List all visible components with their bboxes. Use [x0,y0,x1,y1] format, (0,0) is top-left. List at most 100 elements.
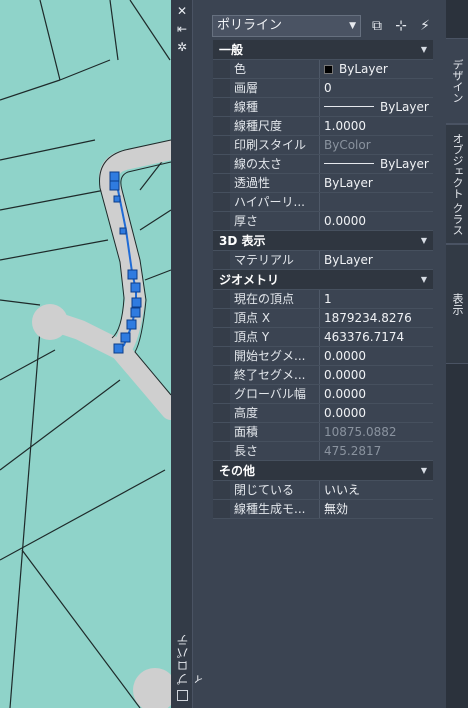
property-name: 線種 [230,98,320,116]
property-value-text: 0.0000 [324,349,366,363]
property-value[interactable]: ByColor [320,136,433,154]
property-value-text: ByColor [324,138,371,152]
row-gutter [213,347,230,365]
property-value[interactable]: 0.0000 [320,404,433,422]
section-title: ジオメトリ [219,273,280,287]
property-value[interactable]: ByLayer [320,251,433,269]
property-row[interactable]: 線の太さ ByLayer [213,155,433,174]
property-name: マテリアル [230,251,320,269]
property-row[interactable]: 線種尺度 1.0000 [213,117,433,136]
row-gutter [213,385,230,403]
property-value[interactable]: 0.0000 [320,366,433,384]
linetype-preview-icon [324,106,374,107]
property-value[interactable]: ByLayer [320,155,433,173]
property-name: 頂点 Y [230,328,320,346]
quick-select-icon[interactable]: ⚡ [416,16,434,36]
property-value[interactable]: 10875.0882 [320,423,433,441]
property-row[interactable]: 閉じている いいえ [213,481,433,500]
property-value-text: 10875.0882 [324,425,397,439]
settings-icon[interactable]: ✲ [175,40,189,54]
cul-de-sac [32,304,68,340]
close-icon[interactable]: ✕ [175,4,189,18]
property-value[interactable]: 475.2817 [320,442,433,460]
property-value[interactable]: ByLayer [320,60,433,78]
property-value-text: 0.0000 [324,406,366,420]
tab-design[interactable]: デザイン [446,38,468,124]
property-row[interactable]: 厚さ 0.0000 [213,212,433,231]
collapse-icon[interactable]: ▼ [421,461,427,481]
property-row[interactable]: 開始セグメ... 0.0000 [213,347,433,366]
property-row[interactable]: 線種 ByLayer [213,98,433,117]
tab-object-class[interactable]: オブジェクト クラス [446,124,468,244]
property-value[interactable]: 0.0000 [320,385,433,403]
property-name: 頂点 X [230,309,320,327]
property-value[interactable]: いいえ [320,481,433,499]
property-value-text: 0 [324,81,332,95]
autohide-icon[interactable]: ⇤ [175,22,189,36]
property-value[interactable]: ByLayer [320,98,433,116]
property-row[interactable]: マテリアル ByLayer [213,251,433,270]
property-row[interactable]: 高度 0.0000 [213,404,433,423]
property-value[interactable]: 1879234.8276 [320,309,433,327]
property-row[interactable]: 線種生成モ... 無効 [213,500,433,519]
property-value-text: ByLayer [380,157,429,171]
select-objects-icon[interactable]: ⊹ [392,16,410,36]
property-value-text: ByLayer [324,253,373,267]
property-name: 長さ [230,442,320,460]
property-row[interactable]: 透過性 ByLayer [213,174,433,193]
collapse-icon[interactable]: ▼ [421,270,427,290]
property-value-text: いいえ [324,483,361,497]
property-row[interactable]: 終了セグメ... 0.0000 [213,366,433,385]
row-gutter [213,423,230,441]
property-name: 開始セグメ... [230,347,320,365]
section-title: 3D 表示 [219,234,266,248]
property-value-text: 1.0000 [324,119,366,133]
section-header[interactable]: その他 ▼ [213,461,433,481]
property-row[interactable]: 面積 10875.0882 [213,423,433,442]
collapse-icon[interactable]: ▼ [421,40,427,60]
palette-menu-icon[interactable] [177,690,188,701]
section-title: その他 [219,464,256,478]
palette-title: プロパティ [176,633,207,685]
property-value[interactable]: 0 [320,79,433,97]
property-name: 厚さ [230,212,320,230]
chevron-down-icon: ▼ [349,21,356,31]
property-name: 高度 [230,404,320,422]
property-value[interactable]: ByLayer [320,174,433,192]
property-row[interactable]: グローバル幅 0.0000 [213,385,433,404]
property-value[interactable]: 0.0000 [320,212,433,230]
property-value[interactable]: 0.0000 [320,347,433,365]
object-type-value: ポリライン [217,18,283,33]
property-value[interactable]: 1.0000 [320,117,433,135]
tab-display[interactable]: 表示 [446,244,468,364]
property-value[interactable] [320,193,433,211]
section-header[interactable]: 3D 表示 ▼ [213,231,433,251]
property-row[interactable]: 長さ 475.2817 [213,442,433,461]
property-value[interactable]: 1 [320,290,433,308]
toggle-pickadd-icon[interactable]: ⧉ [368,16,386,36]
property-row[interactable]: 印刷スタイル ByColor [213,136,433,155]
property-value-text: ByLayer [324,176,373,190]
collapse-icon[interactable]: ▼ [421,231,427,251]
row-gutter [213,309,230,327]
property-value-text: 1 [324,292,332,306]
property-row[interactable]: 頂点 Y 463376.7174 [213,328,433,347]
section-header[interactable]: 一般 ▼ [213,40,433,60]
property-row[interactable]: 画層 0 [213,79,433,98]
object-type-select[interactable]: ポリライン ▼ [212,15,361,37]
palette-title-bar[interactable] [171,0,193,708]
row-gutter [213,155,230,173]
property-row[interactable]: 現在の頂点 1 [213,290,433,309]
property-row[interactable]: 頂点 X 1879234.8276 [213,309,433,328]
property-row[interactable]: ハイパーリ... [213,193,433,212]
property-value-text: 0.0000 [324,214,366,228]
property-value[interactable]: 無効 [320,500,433,518]
property-value-text: 無効 [324,502,349,516]
property-value[interactable]: 463376.7174 [320,328,433,346]
property-row[interactable]: 色 ByLayer [213,60,433,79]
row-gutter [213,481,230,499]
section-header[interactable]: ジオメトリ ▼ [213,270,433,290]
row-gutter [213,193,230,211]
property-value-text: 463376.7174 [324,330,405,344]
property-name: 透過性 [230,174,320,192]
